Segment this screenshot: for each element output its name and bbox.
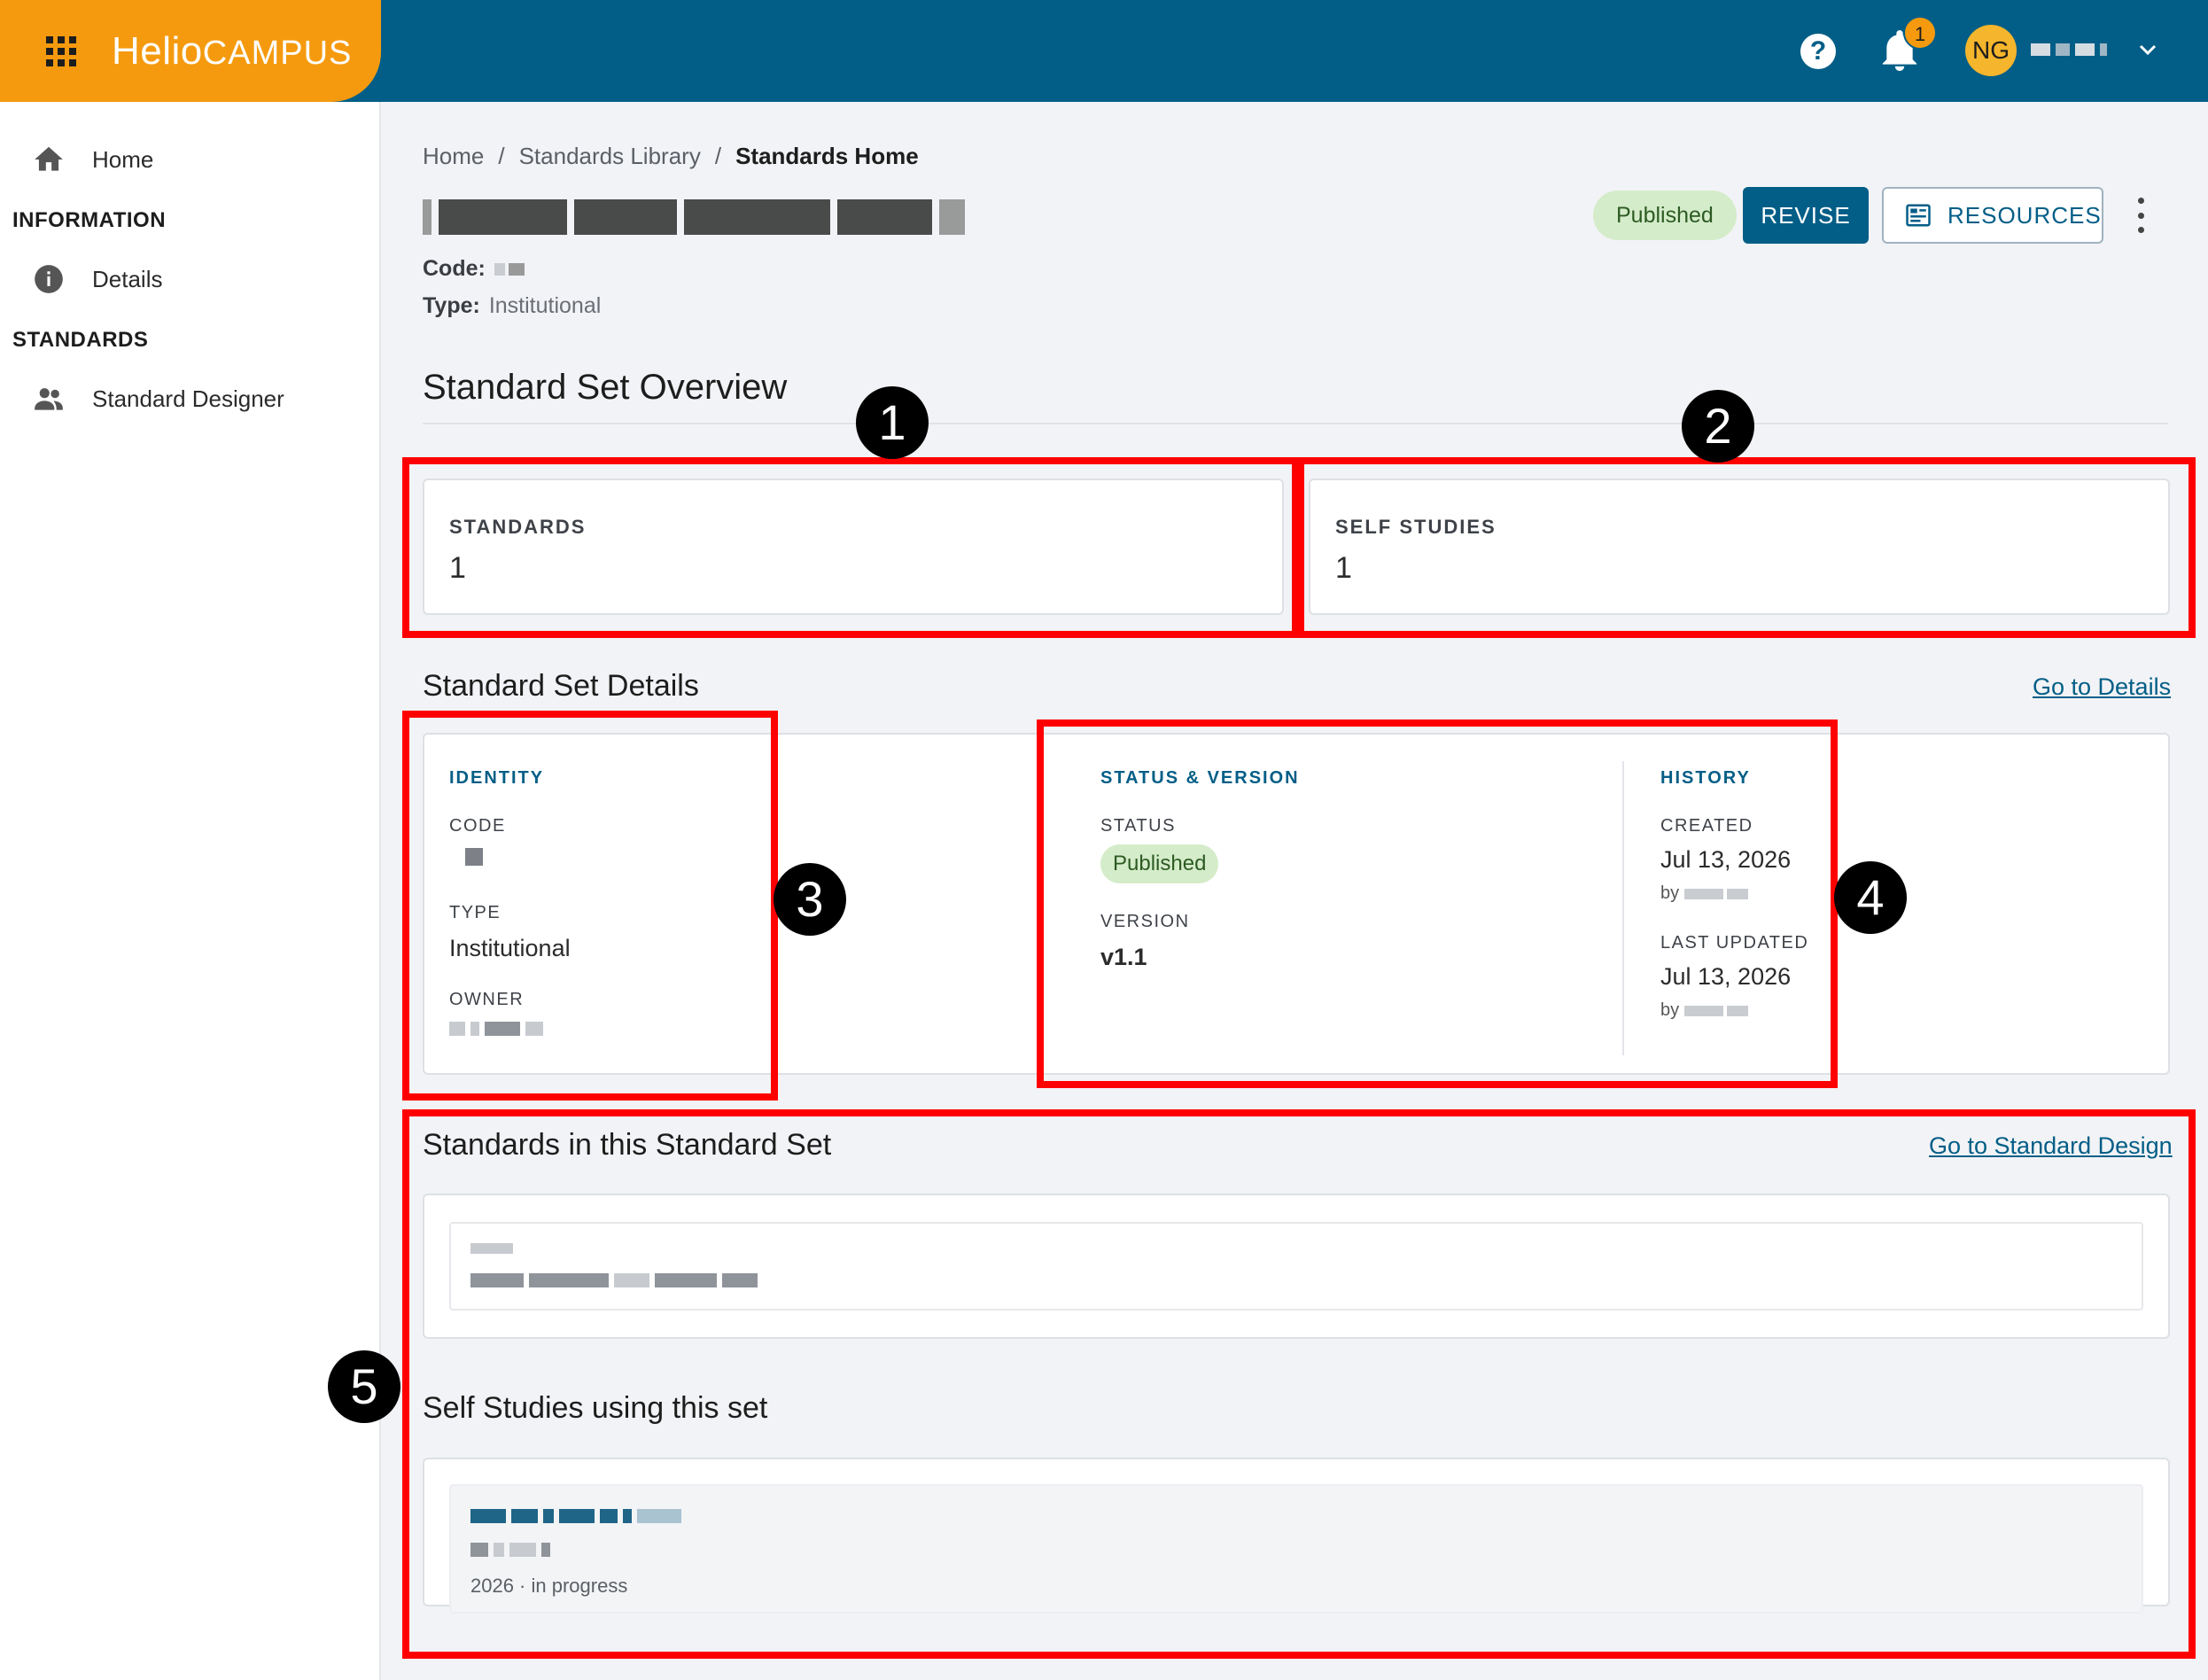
annotation-box-4 (1037, 719, 1838, 1088)
brand-area: HelioCAMPUS (0, 0, 381, 102)
annotation-number-1: 1 (856, 386, 929, 459)
breadcrumb-home[interactable]: Home (423, 143, 484, 170)
sidebar-section-information: INFORMATION (12, 208, 167, 232)
annotation-number-5: 5 (328, 1350, 400, 1423)
heliocampus-logo[interactable]: HelioCAMPUS (112, 29, 352, 74)
chevron-down-icon[interactable] (2137, 41, 2158, 58)
annotation-box-2 (1297, 457, 2196, 638)
breadcrumb: Home / Standards Library / Standards Hom… (423, 143, 919, 170)
revise-button[interactable]: REVISE (1743, 187, 1869, 244)
annotation-number-3: 3 (774, 863, 846, 936)
notification-badge: 1 (1903, 16, 1937, 50)
annotation-box-3 (402, 711, 778, 1101)
annotation-number-4: 4 (1834, 861, 1907, 934)
help-icon[interactable]: ? (1800, 34, 1836, 69)
info-icon (35, 265, 63, 293)
breadcrumb-standards-library[interactable]: Standards Library (519, 143, 701, 170)
annotation-number-2: 2 (1682, 390, 1754, 463)
breadcrumb-separator: / (714, 143, 722, 169)
page-code: Code: (423, 256, 528, 282)
overview-title: Standard Set Overview (423, 368, 788, 407)
sidebar-item-details[interactable]: Details (32, 262, 162, 296)
sidebar-item-standard-designer[interactable]: Standard Designer (32, 382, 284, 416)
page-type: Code:Type:Institutional (423, 293, 602, 318)
home-icon (35, 146, 63, 171)
user-name-redacted[interactable] (2031, 39, 2111, 60)
breadcrumb-current: Standards Home (735, 143, 919, 169)
sidebar: Home INFORMATION Details STANDARDS Stand… (0, 102, 381, 1680)
breadcrumb-separator: / (498, 143, 505, 169)
top-bar: HelioCAMPUS ? 1 NG (0, 0, 2208, 102)
resources-icon (1906, 204, 1931, 227)
go-to-details-link[interactable]: Go to Details (2033, 673, 2171, 701)
people-icon (35, 388, 63, 410)
status-badge: Published (1593, 191, 1737, 240)
resources-button[interactable]: RESOURCES (1882, 187, 2103, 244)
apps-grid-icon[interactable] (46, 35, 76, 66)
details-title: Standard Set Details (423, 669, 699, 703)
user-avatar[interactable]: NG (1965, 25, 2017, 76)
sidebar-section-standards: STANDARDS (12, 328, 149, 352)
sidebar-item-home[interactable]: Home (32, 143, 153, 176)
page-title-redacted (423, 194, 965, 240)
annotation-box-5 (402, 1109, 2196, 1659)
more-options-icon[interactable] (2135, 198, 2146, 233)
annotation-box-1 (402, 457, 1299, 638)
overview-divider (423, 423, 2168, 424)
